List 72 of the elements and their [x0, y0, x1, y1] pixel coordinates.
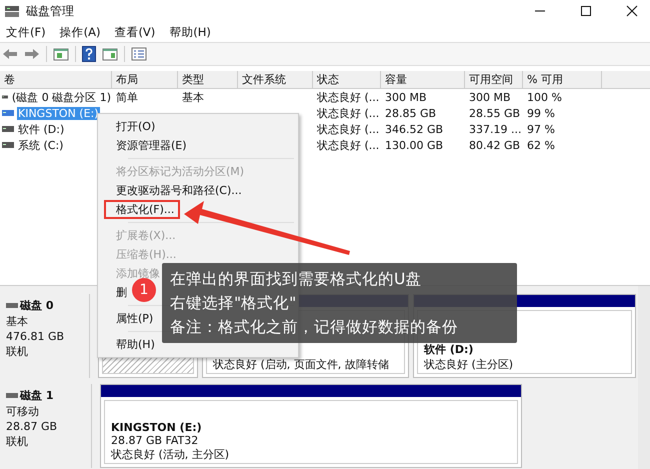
partition-status: 状态良好 (主分区): [424, 357, 514, 372]
table-cell: 99 %: [527, 106, 555, 120]
panel-icon[interactable]: [53, 47, 69, 61]
menu-item[interactable]: 查看(V): [114, 24, 156, 40]
partition-name: 软件 (D:): [424, 342, 474, 357]
annotation-text: 在弹出的界面找到需要格式化的U盘: [170, 269, 422, 290]
context-menu-item[interactable]: 打开(O): [104, 117, 156, 136]
volume-name[interactable]: 软件 (D:): [17, 122, 66, 136]
drive-icon: [2, 110, 14, 116]
partition-status: 状态良好 (启动, 页面文件, 故障转储: [213, 357, 390, 372]
column-header[interactable]: 类型: [178, 71, 238, 88]
partition-size: 28.87 GB FAT32: [111, 434, 200, 447]
column-header[interactable]: 容量: [381, 71, 465, 88]
column-header[interactable]: 可用空间: [465, 71, 523, 88]
table-cell: 130.00 GB: [385, 138, 444, 152]
table-cell: 基本: [182, 90, 204, 104]
partition-status: 状态良好 (活动, 主分区): [111, 447, 230, 462]
disk-name: 磁盘 1: [20, 388, 54, 403]
partition-block[interactable]: KINGSTON (E:) 28.87 GB FAT32 状态良好 (活动, 主分区): [100, 384, 522, 468]
column-header[interactable]: 状态: [313, 71, 381, 88]
table-cell: 300 MB: [469, 90, 511, 104]
table-cell: 337.19 ...: [469, 122, 522, 136]
maximize-icon[interactable]: [580, 5, 592, 17]
context-menu-item[interactable]: 格式化(F)...: [104, 200, 180, 219]
table-cell: 80.42 GB: [469, 138, 520, 152]
column-header[interactable]: 卷: [0, 71, 112, 88]
table-cell: 状态良好 (...: [317, 90, 380, 104]
column-header[interactable]: % 可用: [523, 71, 602, 88]
menu-item[interactable]: 操作(A): [60, 24, 100, 40]
table-cell: 62 %: [527, 138, 555, 152]
table-cell: 346.52 GB: [385, 122, 444, 136]
table-cell: 97 %: [527, 122, 555, 136]
table-cell: 状态良好 (...: [317, 122, 380, 136]
disk-type: 可移动: [6, 404, 40, 419]
back-arrow-icon[interactable]: [2, 47, 18, 61]
table-cell: 28.85 GB: [385, 106, 436, 120]
help-icon[interactable]: [82, 46, 96, 62]
drive-icon: [2, 126, 14, 132]
disk-type: 基本: [6, 314, 29, 329]
table-cell: 简单: [116, 90, 138, 104]
context-menu-item[interactable]: 帮助(H): [104, 335, 155, 354]
disk-status: 联机: [6, 434, 29, 449]
scrollbar[interactable]: [638, 286, 650, 469]
app-icon: [4, 4, 20, 18]
close-icon[interactable]: [626, 5, 638, 17]
forward-arrow-icon[interactable]: [24, 47, 40, 61]
context-menu-item[interactable]: 更改驱动器号和路径(C)...: [104, 181, 242, 200]
annotation-text: 右键选择"格式化": [170, 293, 298, 314]
disk-size: 476.81 GB: [6, 330, 66, 343]
disk-name: 磁盘 0: [20, 298, 54, 313]
panel-icon[interactable]: [102, 47, 118, 61]
menu-item[interactable]: 文件(F): [6, 24, 46, 40]
partition-name: KINGSTON (E:): [111, 421, 203, 434]
context-menu-item[interactable]: 删: [104, 283, 127, 302]
drive-icon: [2, 94, 8, 100]
table-cell: 28.55 GB: [469, 106, 520, 120]
context-menu-item[interactable]: 属性(P): [104, 309, 154, 328]
disk-status: 联机: [6, 344, 29, 359]
table-cell: 300 MB: [385, 90, 427, 104]
window-title: 磁盘管理: [26, 2, 74, 20]
table-cell: 100 %: [527, 90, 562, 104]
volume-name[interactable]: (磁盘 0 磁盘分区 1): [10, 90, 112, 104]
checklist-icon[interactable]: [131, 47, 147, 61]
volume-name[interactable]: 系统 (C:): [17, 138, 64, 152]
column-header[interactable]: 布局: [112, 71, 178, 88]
table-cell: 状态良好 (...: [317, 138, 380, 152]
table-cell: 状态良好 (...: [317, 106, 380, 120]
context-menu-item[interactable]: 资源管理器(E): [104, 136, 187, 155]
drive-icon: [2, 142, 14, 148]
disk-size: 28.87 GB: [6, 420, 58, 433]
column-header[interactable]: 文件系统: [238, 71, 313, 88]
menu-item[interactable]: 帮助(H): [169, 24, 211, 40]
